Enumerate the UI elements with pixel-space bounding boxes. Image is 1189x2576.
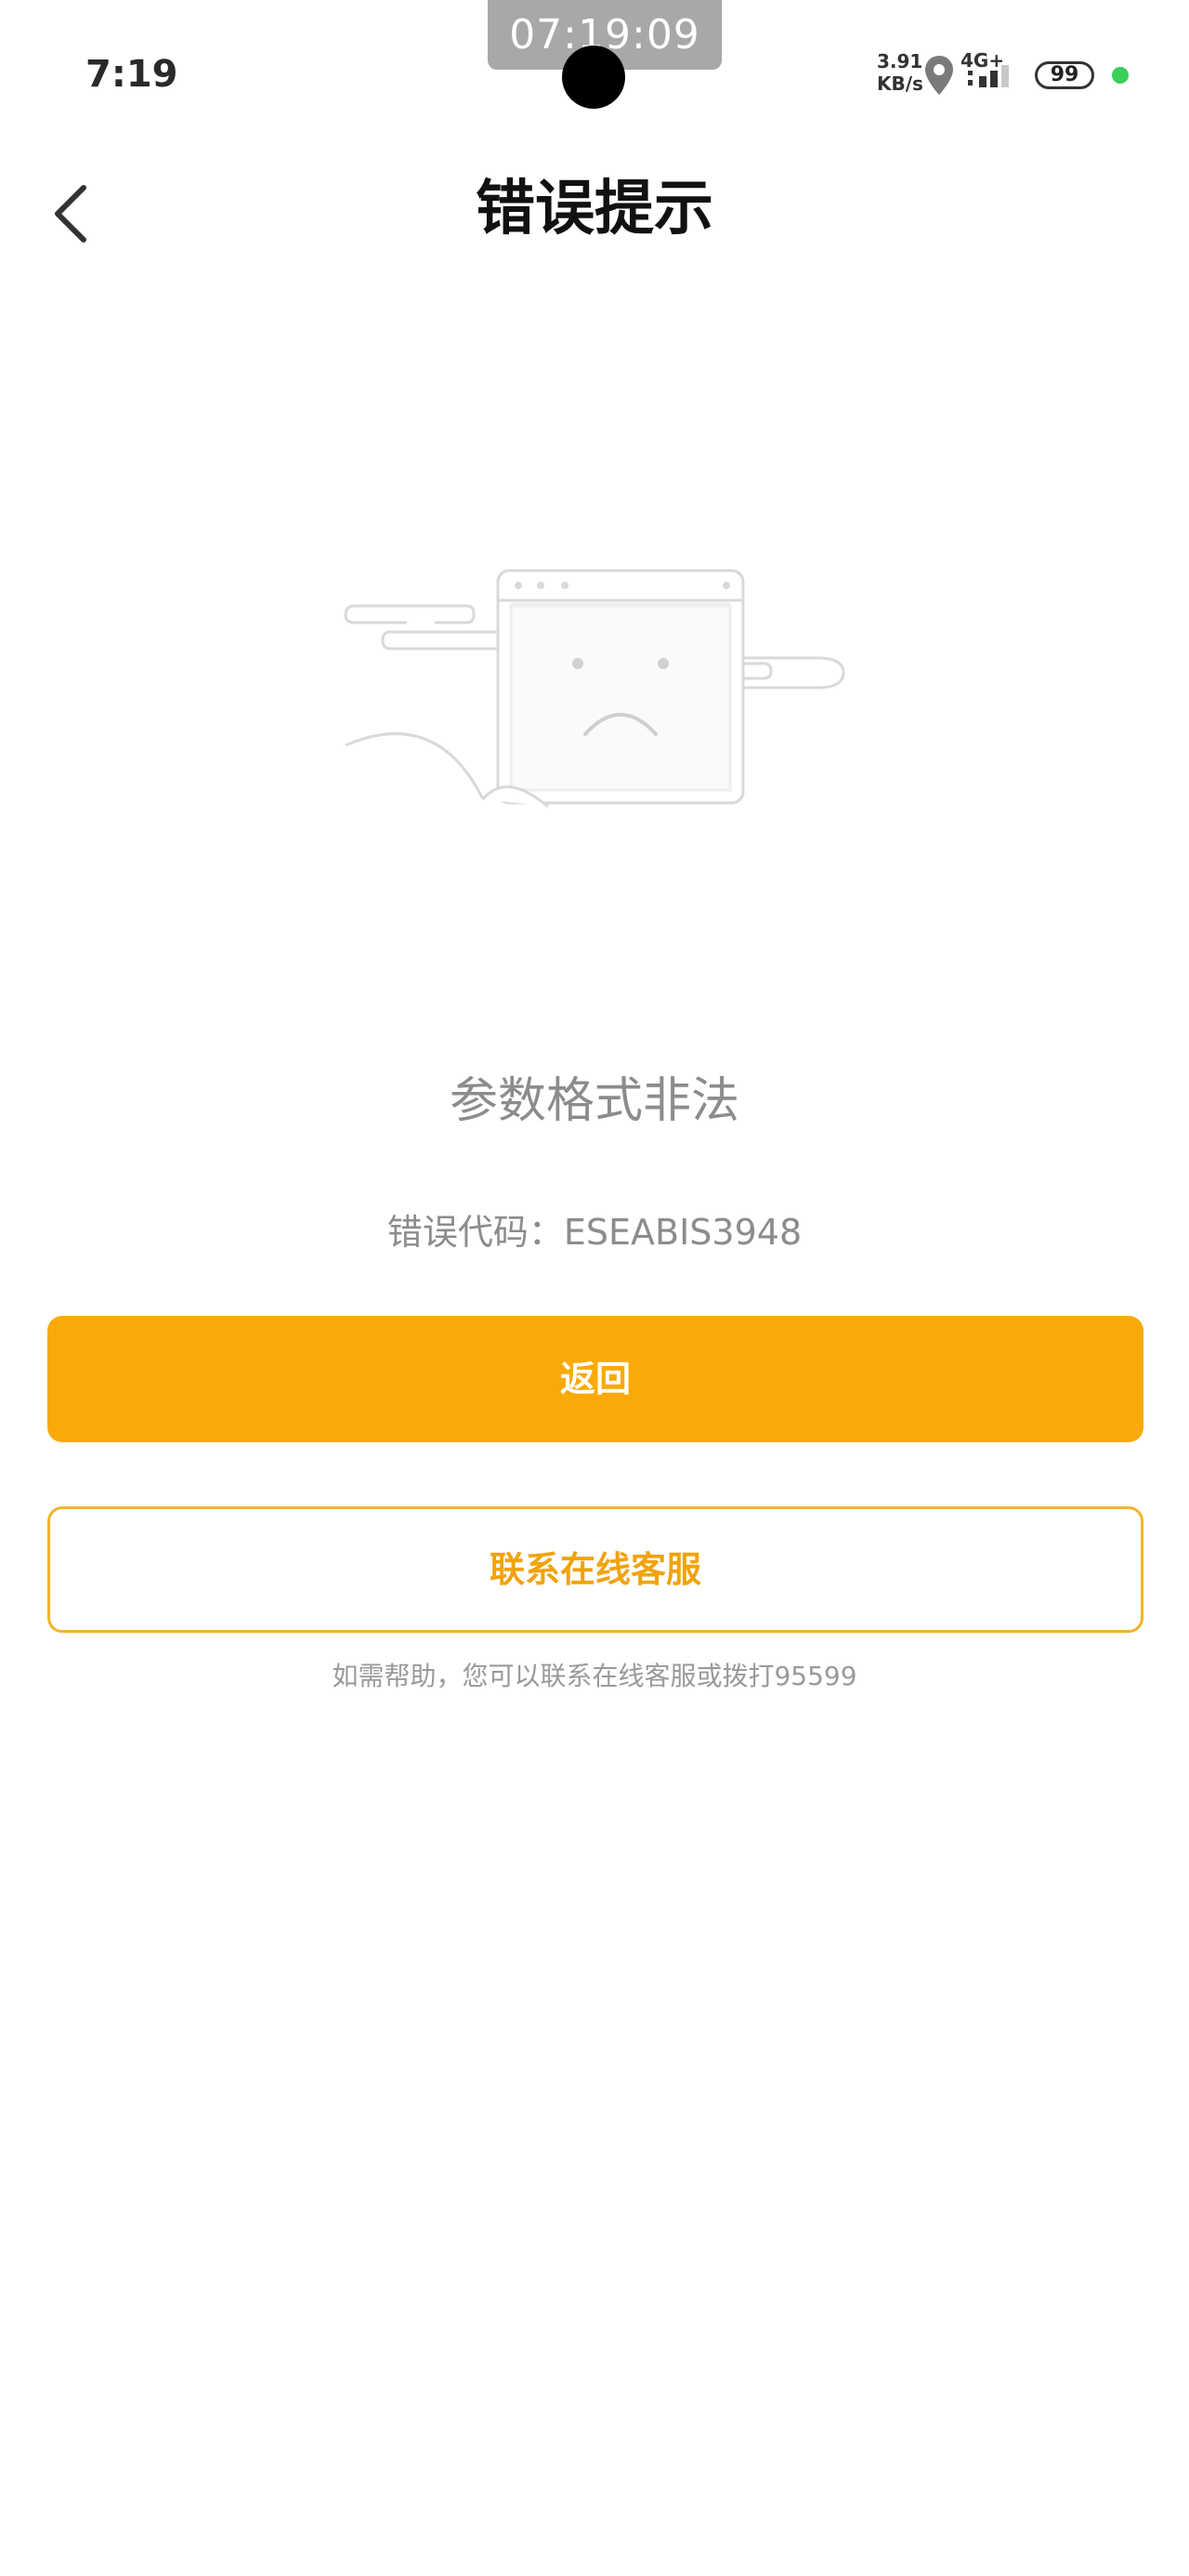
page-title: 错误提示 (476, 175, 713, 243)
network-speed-unit: KB/s (877, 72, 923, 95)
contact-support-button[interactable]: 联系在线客服 (47, 1506, 1143, 1633)
back-action-button[interactable]: 返回 (47, 1316, 1143, 1442)
front-camera-cutout (562, 46, 625, 109)
privacy-dot-icon (1112, 67, 1129, 84)
sad-browser-window-icon (344, 569, 845, 808)
help-text: 如需帮助，您可以联系在线客服或拨打95599 (332, 1661, 857, 1691)
error-code: 错误代码：ESEABIS3948 (386, 1212, 803, 1253)
battery-icon: 99 (1035, 61, 1094, 89)
error-message: 参数格式非法 (449, 1073, 739, 1129)
status-time: 7:19 (85, 53, 178, 96)
network-speed-value: 3.91 (877, 50, 923, 72)
network-speed: 3.91 KB/s (877, 50, 923, 95)
signal-icon (968, 65, 1009, 87)
location-icon (925, 56, 953, 95)
